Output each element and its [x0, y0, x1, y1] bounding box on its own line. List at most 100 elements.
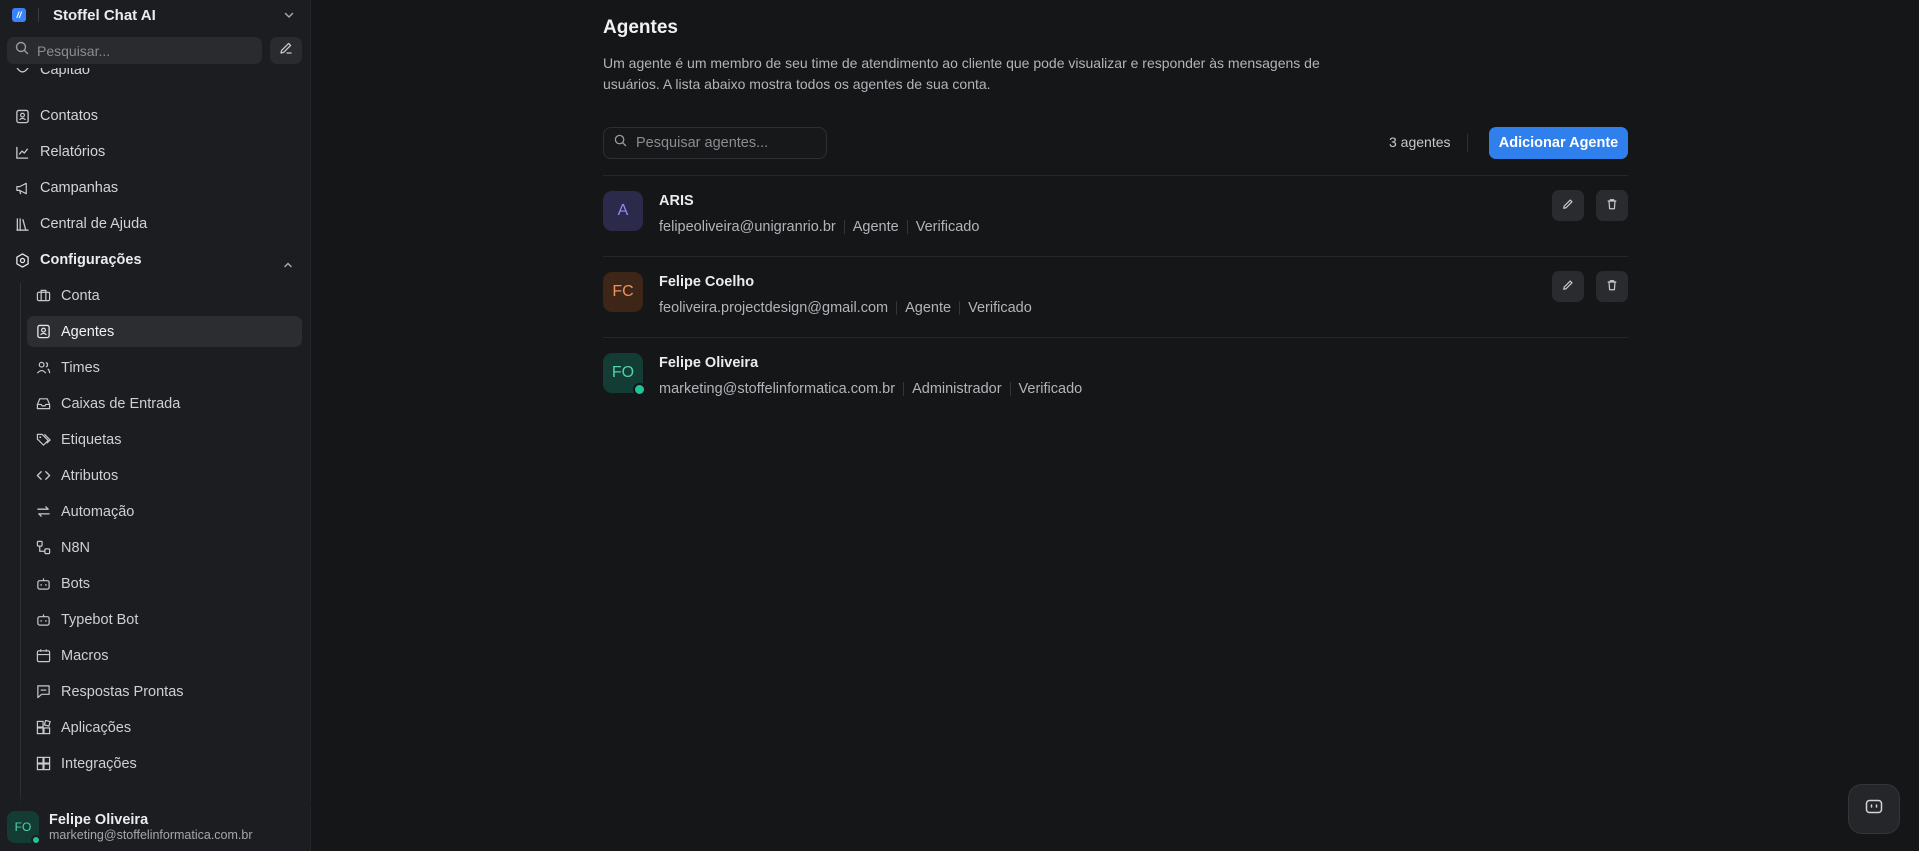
captain-icon [14, 68, 30, 78]
add-agent-button[interactable]: Adicionar Agente [1489, 127, 1628, 159]
sidebar-item-settings[interactable]: Configurações [14, 247, 142, 273]
agent-row: A ARIS felipeoliveira@unigranrio.br Agen… [603, 176, 1628, 256]
sidebar-search-row [7, 37, 303, 64]
sidebar-item-label: Capitão [40, 68, 90, 78]
sidebar-item-bots[interactable]: Bots [27, 568, 302, 599]
sidebar-item-applications[interactable]: Aplicações [27, 712, 302, 743]
sidebar-item-label: Respostas Prontas [61, 683, 184, 700]
account-name: Stoffel Chat AI [53, 6, 156, 24]
user-email: marketing@stoffelinformatica.com.br [49, 827, 253, 842]
tags-icon [35, 432, 51, 448]
code-icon [35, 468, 51, 484]
agent-status: Verificado [915, 219, 980, 235]
sidebar-item-campaigns[interactable]: Campanhas [14, 175, 118, 201]
arrows-exchange-icon [35, 504, 51, 520]
sidebar-item-macros[interactable]: Macros [27, 640, 302, 671]
gear-icon [14, 252, 30, 268]
sidebar-item-inboxes[interactable]: Caixas de Entrada [27, 388, 302, 419]
scroll-fade [0, 790, 311, 806]
agent-role: Agente [905, 300, 952, 316]
sidebar-item-n8n[interactable]: N8N [27, 532, 302, 563]
meta-divider [843, 220, 845, 234]
message-square-icon [35, 684, 51, 700]
line-chart-icon [14, 144, 30, 160]
avatar-initials: FO [611, 364, 635, 381]
sidebar-item-agents[interactable]: Agentes [27, 316, 302, 347]
sidebar-item-label: Conta [61, 287, 100, 304]
sidebar-item-label: Bots [61, 575, 91, 592]
edit-agent-button[interactable] [1552, 190, 1584, 221]
online-status-dot [31, 835, 41, 845]
calendar-icon [35, 648, 51, 664]
sidebar-item-captain[interactable]: Capitão [14, 68, 90, 83]
sidebar-nav: Capitão Contatos Relatórios Campanhas Ce… [0, 68, 311, 804]
main-content: Agentes Um agente é um membro de seu tim… [312, 0, 1919, 851]
sidebar-item-integrations[interactable]: Integrações [27, 748, 302, 779]
inbox-icon [35, 396, 51, 412]
sidebar-item-automation[interactable]: Automação [27, 496, 302, 527]
compose-button[interactable] [270, 37, 302, 64]
agent-meta: felipeoliveira@unigranrio.br Agente Veri… [659, 219, 979, 235]
account-divider [38, 8, 39, 22]
sidebar-item-account[interactable]: Conta [27, 280, 302, 311]
sidebar-item-label: Integrações [61, 755, 137, 772]
agent-actions [1552, 271, 1628, 302]
contact-book-icon [35, 324, 51, 340]
agent-search-input[interactable] [636, 135, 816, 151]
avatar-initials: FC [612, 283, 634, 300]
submenu-guide-line [20, 283, 21, 803]
avatar: FO [7, 811, 41, 845]
agent-name: Felipe Coelho [659, 274, 755, 290]
agent-actions [1552, 190, 1628, 221]
sidebar-item-label: Macros [61, 647, 109, 664]
sidebar-item-label: Contatos [40, 108, 99, 124]
agent-row: FO Felipe Oliveira marketing@stoffelinfo… [603, 338, 1628, 418]
meta-divider [1009, 382, 1011, 396]
chevron-up-icon[interactable] [282, 258, 294, 276]
trash-icon [1606, 197, 1618, 215]
agent-email: felipeoliveira@unigranrio.br [659, 219, 836, 235]
sidebar-search[interactable] [7, 37, 262, 64]
sidebar-item-label: Relatórios [40, 144, 106, 160]
sidebar-item-canned-responses[interactable]: Respostas Prontas [27, 676, 302, 707]
agent-role: Administrador [912, 381, 1002, 397]
sidebar-item-label: Caixas de Entrada [61, 395, 181, 412]
agent-status: Verificado [1018, 381, 1083, 397]
avatar-initials: A [617, 202, 629, 219]
agent-name: ARIS [659, 193, 694, 209]
avatar-initials: FO [14, 820, 32, 834]
chat-bubble-icon [1864, 797, 1884, 822]
account-switcher[interactable]: // Stoffel Chat AI [0, 0, 311, 30]
delete-agent-button[interactable] [1596, 190, 1628, 221]
sidebar-item-typebot[interactable]: Typebot Bot [27, 604, 302, 635]
workflow-icon [35, 540, 51, 556]
agent-meta: marketing@stoffelinformatica.com.br Admi… [659, 381, 1082, 397]
agent-email: feoliveira.projectdesign@gmail.com [659, 300, 889, 316]
agent-search[interactable] [603, 127, 827, 159]
delete-agent-button[interactable] [1596, 271, 1628, 302]
sidebar-item-help-center[interactable]: Central de Ajuda [14, 211, 147, 237]
contact-book-icon [14, 108, 30, 124]
sidebar-item-teams[interactable]: Times [27, 352, 302, 383]
sidebar-search-input[interactable] [37, 42, 237, 59]
chat-support-button[interactable] [1848, 784, 1900, 834]
sidebar-item-attributes[interactable]: Atributos [27, 460, 302, 491]
sidebar-item-labels[interactable]: Etiquetas [27, 424, 302, 455]
pencil-icon [1562, 278, 1574, 296]
sidebar: // Stoffel Chat AI Capi [0, 0, 311, 851]
search-icon [614, 134, 627, 152]
sidebar-item-label: Campanhas [40, 180, 119, 196]
meta-divider [906, 220, 908, 234]
sidebar-item-reports[interactable]: Relatórios [14, 139, 105, 165]
current-user[interactable]: FO Felipe Oliveira marketing@stoffelinfo… [7, 808, 307, 846]
sidebar-item-label: Configurações [40, 252, 142, 268]
sidebar-item-contacts[interactable]: Contatos [14, 103, 98, 129]
edit-agent-button[interactable] [1552, 271, 1584, 302]
blocks-icon [35, 756, 51, 772]
user-name: Felipe Oliveira [49, 811, 149, 828]
bot-icon [35, 576, 51, 592]
page-title: Agentes [603, 17, 678, 38]
toolbar-divider [1467, 134, 1468, 152]
agent-role: Agente [852, 219, 899, 235]
sidebar-item-label: Times [61, 359, 100, 376]
